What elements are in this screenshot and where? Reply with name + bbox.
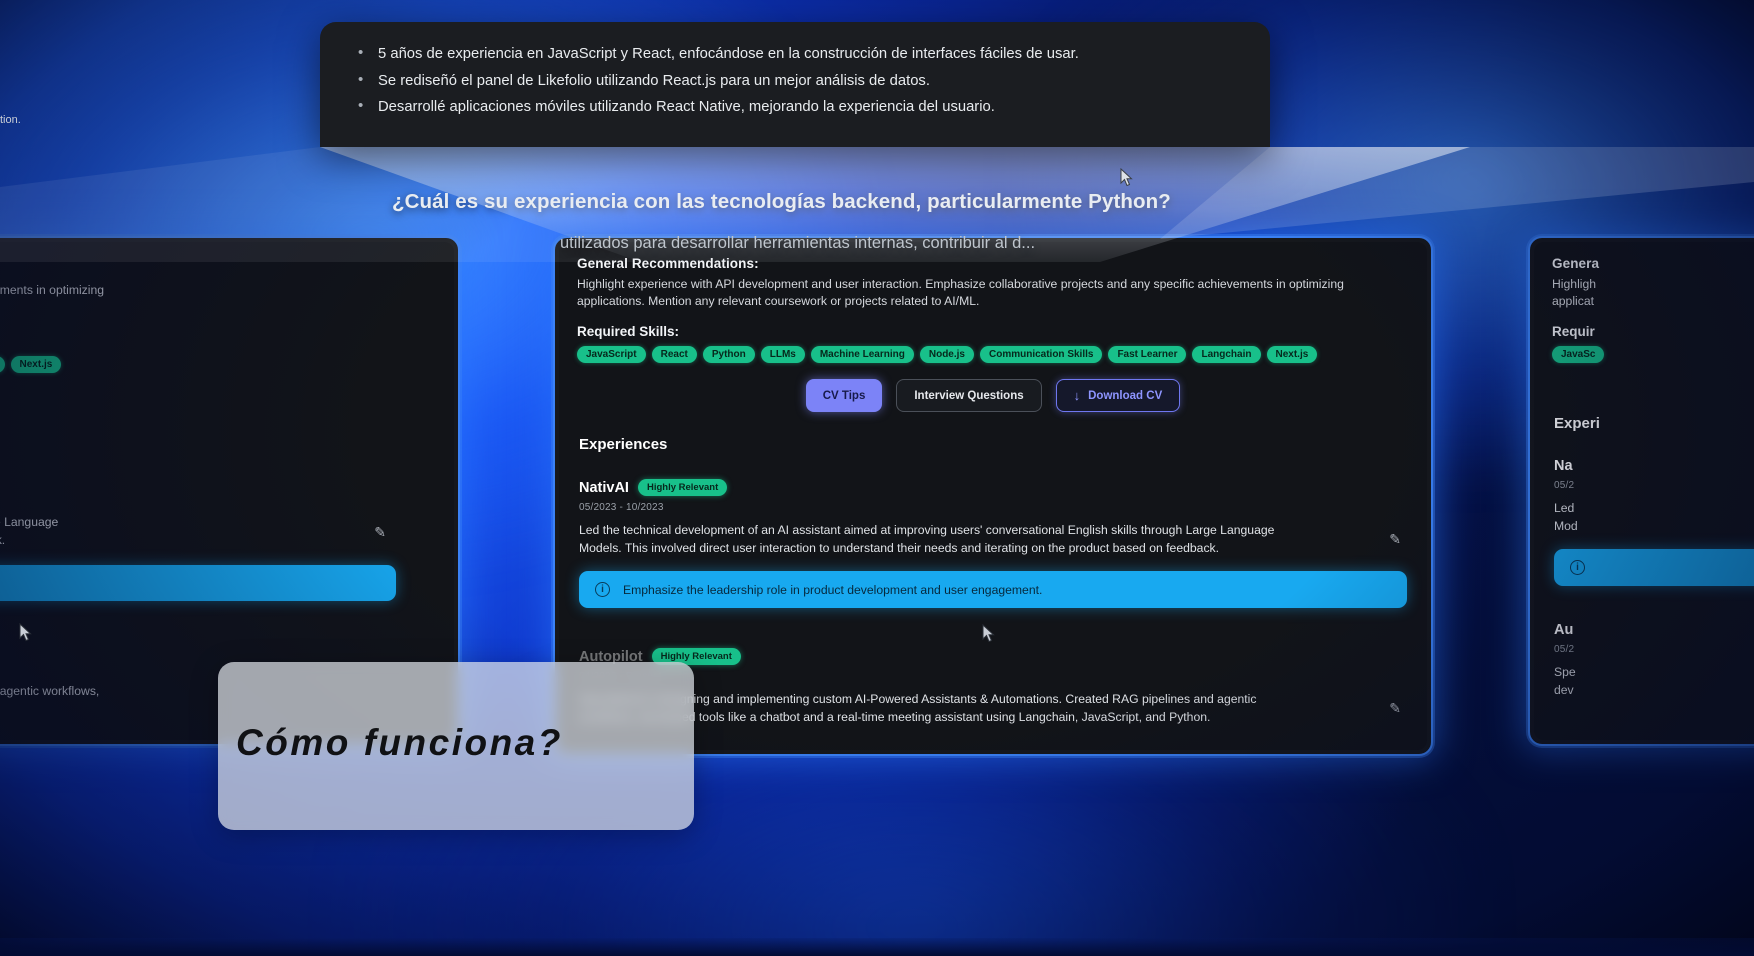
- caption-text: Cómo funciona?: [236, 722, 563, 763]
- summary-bullet-item: Desarrollé aplicaciones móviles utilizan…: [354, 94, 1236, 120]
- interview-question-subtext: utilizados para desarrollar herramientas…: [560, 234, 1036, 252]
- background-bottom-bar: [0, 938, 1754, 956]
- summary-bullet-list: 5 años de experiencia en JavaScript y Re…: [354, 41, 1236, 120]
- left-card-top-fragment: tion.: [0, 114, 21, 126]
- mouse-cursor-center: [982, 624, 995, 643]
- interview-question-headline: ¿Cuál es su experiencia con las tecnolog…: [392, 190, 1171, 213]
- mouse-cursor-left: [19, 623, 32, 642]
- summary-bullet-item: Se rediseñó el panel de Likefolio utiliz…: [354, 68, 1236, 94]
- mouse-cursor-top: [1120, 168, 1133, 187]
- summary-bullet-item: 5 años de experiencia en JavaScript y Re…: [354, 41, 1236, 67]
- summary-bullets-overlay: 5 años de experiencia en JavaScript y Re…: [320, 22, 1270, 147]
